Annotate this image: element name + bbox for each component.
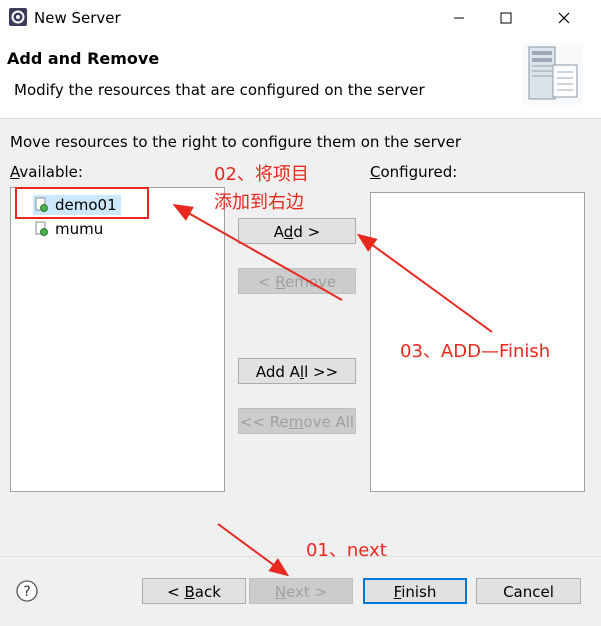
annotation-step1: 01、next: [306, 540, 387, 561]
svg-text:?: ?: [23, 584, 30, 600]
annotation-step2-line1: 02、将项目: [214, 164, 309, 185]
help-icon[interactable]: ?: [16, 580, 38, 602]
web-project-icon: [35, 197, 48, 212]
available-label: Available:: [10, 163, 83, 181]
minimize-icon: [454, 17, 464, 19]
available-list[interactable]: demo01 mumu: [10, 187, 225, 492]
add-all-button[interactable]: Add All >>: [238, 358, 356, 384]
list-item-mumu[interactable]: mumu: [35, 219, 103, 239]
web-project-icon: [35, 221, 48, 236]
page-description: Modify the resources that are configured…: [14, 81, 425, 99]
annotation-step3: 03、ADD—Finish: [400, 341, 551, 362]
maximize-button[interactable]: [483, 0, 529, 36]
close-icon: [558, 12, 570, 24]
maximize-icon: [500, 12, 512, 24]
next-button[interactable]: Next >: [249, 578, 353, 604]
page-title: Add and Remove: [7, 49, 160, 68]
minimize-button[interactable]: [436, 0, 482, 36]
wizard-header: Add and Remove Modify the resources that…: [0, 36, 601, 119]
add-button[interactable]: Add >: [238, 218, 356, 244]
remove-button[interactable]: < Remove: [238, 268, 356, 294]
arrow-to-next: [217, 523, 290, 577]
footer-separator: [0, 556, 601, 557]
remove-all-button[interactable]: << Remove All: [238, 408, 356, 434]
back-button[interactable]: < Back: [142, 578, 246, 604]
window-title: New Server: [34, 9, 121, 27]
annotation-step2-line2: 添加到右边: [214, 192, 304, 213]
list-item-demo01[interactable]: demo01: [33, 195, 121, 215]
cancel-button[interactable]: Cancel: [476, 578, 581, 604]
eclipse-app-icon: [9, 8, 27, 26]
server-icon: [523, 43, 583, 105]
close-button[interactable]: [541, 0, 587, 36]
list-item-label: mumu: [55, 220, 104, 238]
configured-label: Configured:: [370, 163, 458, 181]
list-item-label: demo01: [55, 196, 117, 214]
finish-button[interactable]: Finish: [363, 578, 467, 604]
instructions-text: Move resources to the right to configure…: [10, 133, 462, 151]
title-bar: New Server: [0, 0, 601, 36]
